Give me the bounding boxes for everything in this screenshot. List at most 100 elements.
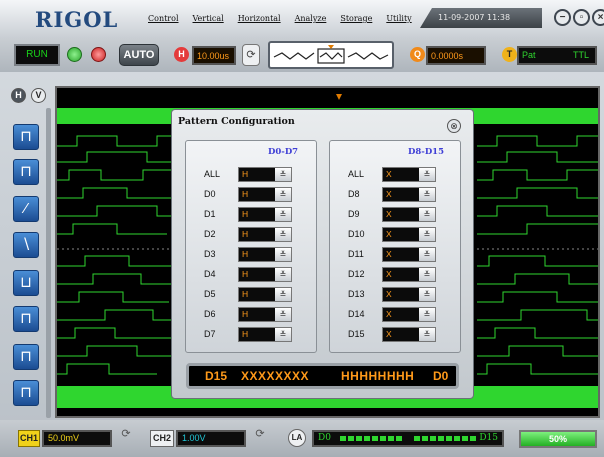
row-d3: D3 H ≚ [186,246,318,264]
select-d15[interactable]: X ≚ [382,327,436,342]
chevron-down-icon: ≚ [275,328,291,341]
chevron-down-icon: ≚ [419,228,435,241]
select-d8[interactable]: X ≚ [382,187,436,202]
menu-item-control[interactable]: Control [148,14,179,23]
select-d5[interactable]: H ≚ [238,287,292,302]
auto-button[interactable]: AUTO [119,44,159,66]
panel-d0-d7: D0-D7 ALL H ≚ D0 H ≚ D1 H ≚ D2 H ≚ D3 H ≚ D4 H ≚ D5 H… [185,140,317,353]
falling-edge-icon[interactable]: ∖ [13,232,39,258]
row-d0: D0 H ≚ [186,186,318,204]
trace-right-8 [477,273,598,285]
select-d13[interactable]: X ≚ [382,287,436,302]
ch2-knob-icon[interactable]: ⟳ [252,427,268,449]
chevron-down-icon: ≚ [419,188,435,201]
duration-trigger-icon[interactable]: ⊓ [13,306,39,332]
waveform-overview[interactable] [268,41,394,69]
trace-right-11 [477,327,598,339]
chevron-down-icon: ≚ [275,268,291,281]
horizontal-mode-button[interactable]: H [11,88,26,103]
menu-item-analyze[interactable]: Analyze [295,14,327,23]
setup-hold-trigger-icon[interactable]: ⊓ [13,380,39,406]
left-scrollbar[interactable] [46,108,51,418]
select-all-high[interactable]: X ≚ [382,167,436,182]
la-channel-strip[interactable]: D0 D15 [312,430,504,447]
row-d7: D7 H ≚ [186,326,318,344]
trace-right-13 [477,363,598,375]
row-all-low: ALL H ≚ [186,166,318,184]
chevron-down-icon: ≚ [419,248,435,261]
ch1-button[interactable]: CH1 [18,430,40,447]
row-d14: D14 X ≚ [330,306,462,324]
trace-right-9 [477,291,598,303]
row-d11: D11 X ≚ [330,246,462,264]
trigger-position-marker [336,94,342,100]
trace-d5 [57,309,175,321]
logic-analyzer-button[interactable]: LA [288,429,306,447]
timebase-knob-icon[interactable]: ⟳ [242,44,260,66]
select-d11[interactable]: X ≚ [382,247,436,262]
summary-high-byte: XXXXXXXX [241,369,310,383]
delay-badge[interactable]: Q [410,47,425,62]
trace-d10 [57,205,175,217]
select-d3[interactable]: H ≚ [238,247,292,262]
summary-start: D15 [205,369,228,383]
select-d0[interactable]: H ≚ [238,187,292,202]
select-d10[interactable]: X ≚ [382,227,436,242]
select-d7[interactable]: H ≚ [238,327,292,342]
menu-item-horizontal[interactable]: Horizontal [238,14,281,23]
trigger-level: TTL [572,50,589,60]
vertical-mode-button[interactable]: V [31,88,46,103]
horizontal-badge[interactable]: H [174,47,189,62]
delay-readout[interactable]: 0.0000s [426,46,486,65]
run-status[interactable]: RUN [14,44,60,66]
select-d6[interactable]: H ≚ [238,307,292,322]
select-d14[interactable]: X ≚ [382,307,436,322]
menu-item-utility[interactable]: Utility [386,14,411,23]
row-d12: D12 X ≚ [330,266,462,284]
slope-trigger-icon[interactable]: ⊔ [13,270,39,296]
select-d9[interactable]: X ≚ [382,207,436,222]
pattern-summary: D15 XXXXXXXX HHHHHHHH D0 [186,363,459,389]
chevron-down-icon: ≚ [419,168,435,181]
main-menu: Control Vertical Horizontal Analyze Stor… [148,14,412,23]
trace-d7 [57,273,177,285]
trace-d2 [57,363,157,375]
stop-button[interactable] [91,47,106,62]
runt-trigger-icon[interactable]: ⊓ [13,344,39,370]
trace-d11 [57,187,177,199]
dialog-close-button[interactable]: ⊗ [447,119,461,133]
select-d2[interactable]: H ≚ [238,227,292,242]
chevron-down-icon: ≚ [419,288,435,301]
menu-item-storage[interactable]: Storage [340,14,372,23]
restore-button[interactable]: ▫ [573,9,590,26]
ch1-knob-icon[interactable]: ⟳ [118,427,134,449]
select-all-low[interactable]: H ≚ [238,167,292,182]
trace-d12 [57,169,173,181]
minimize-button[interactable]: − [554,9,571,26]
oscilloscope-window: RIGOL Control Vertical Horizontal Analyz… [0,0,604,457]
select-d1[interactable]: H ≚ [238,207,292,222]
row-d1: D1 H ≚ [186,206,318,224]
select-d12[interactable]: X ≚ [382,267,436,282]
pattern-trigger-icon[interactable]: ⊓ [13,124,39,150]
pulse-trigger-icon[interactable]: ⊓ [13,159,39,185]
trigger-badge[interactable]: T [502,47,517,62]
ch2-scale[interactable]: 1.00V [176,430,246,447]
timebase-readout[interactable]: 10.00us [192,46,236,65]
chevron-down-icon: ≚ [419,268,435,281]
menu-item-vertical[interactable]: Vertical [193,14,224,23]
row-d6: D6 H ≚ [186,306,318,324]
select-d4[interactable]: H ≚ [238,267,292,282]
ch1-scale[interactable]: 50.0mV [42,430,112,447]
close-window-button[interactable]: × [592,9,604,26]
trace-right-10 [477,309,598,321]
chevron-down-icon: ≚ [275,208,291,221]
trigger-readout[interactable]: Pat TTL [517,46,597,65]
rising-edge-icon[interactable]: ⁄ [13,196,39,222]
ch2-button[interactable]: CH2 [150,430,174,447]
trace-right-6 [477,223,598,235]
run-button[interactable] [67,47,82,62]
trace-right-7 [477,255,598,267]
row-d5: D5 H ≚ [186,286,318,304]
row-d9: D9 X ≚ [330,206,462,224]
